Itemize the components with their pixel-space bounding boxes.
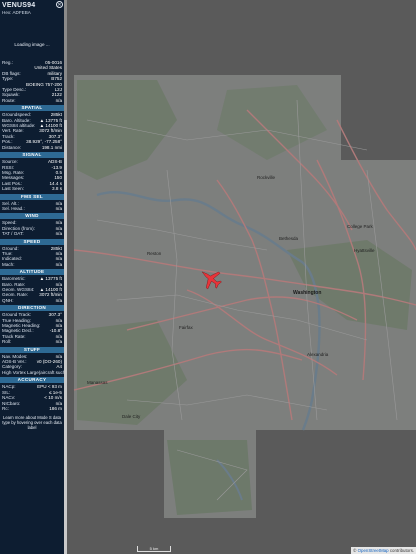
info-row: High Vortex Large(aircraft such as B-757… xyxy=(0,370,64,375)
sidebar-header: VENUS94 Hex: ADFEBA ✕ xyxy=(0,0,64,18)
info-row: Route: n/a xyxy=(0,98,64,103)
info-row: TAT / OAT: n/a xyxy=(0,231,64,236)
map-label-dale-city: Dale City xyxy=(122,414,141,419)
map-label-rockville: Rockville xyxy=(257,175,276,180)
map-view[interactable]: Washington Reston Fairfax Bethesda Manas… xyxy=(67,0,416,554)
aircraft-info-sidebar: VENUS94 Hex: ADFEBA ✕ Loading image ... … xyxy=(0,0,64,554)
info-row-label: QNH: xyxy=(2,297,14,303)
info-row-label: Type: xyxy=(2,76,14,82)
map-label-reston: Reston xyxy=(147,251,162,256)
section-header-accuracy[interactable]: ACCURACY xyxy=(0,377,64,384)
section-header-wind[interactable]: WIND xyxy=(0,213,64,220)
info-row-value: 3.8 s xyxy=(52,186,62,192)
close-icon[interactable]: ✕ xyxy=(56,1,63,8)
info-row-label: Roll: xyxy=(2,339,12,345)
map-scale-bar: 5 km xyxy=(137,546,171,552)
map-label-college-park: College Park xyxy=(347,224,373,229)
map-label-hyattsville: Hyattsville xyxy=(354,248,375,253)
info-row: Roll: n/a xyxy=(0,339,64,344)
info-row-label: Sel. Head.: xyxy=(2,205,25,211)
hex-label: Hex: xyxy=(2,10,12,15)
info-row-value: n/a xyxy=(55,339,62,345)
section-header-speed[interactable]: SPEED xyxy=(0,238,64,245)
info-row: Distance: 198.1 nmi xyxy=(0,145,64,150)
info-row-value: n/a xyxy=(55,297,62,303)
info-row-value: n/a xyxy=(55,231,62,237)
attribution-suffix: contributors. xyxy=(388,548,414,553)
info-row-value: n/a xyxy=(55,97,62,103)
info-row: QNH: n/a xyxy=(0,298,64,303)
info-row: Mach: n/a xyxy=(0,262,64,267)
info-row-value: n/a xyxy=(55,205,62,211)
info-row-label: Route: xyxy=(2,97,16,103)
map-label-fairfax: Fairfax xyxy=(179,325,193,330)
map-tiles xyxy=(73,75,416,518)
map-label-alexandria: Alexandria xyxy=(307,352,329,357)
info-row-label: TAT / OAT: xyxy=(2,231,24,237)
info-sections: SPATIAL Groundspeed: 285kt Baro. Altitude: ▲… xyxy=(0,105,64,411)
section-header-signal[interactable]: SIGNAL xyxy=(0,152,64,159)
info-row-label: High Vortex Large(aircraft such as B-757… xyxy=(2,369,64,375)
info-row-label: Rc: xyxy=(2,405,9,411)
info-row-label: Distance: xyxy=(2,144,22,150)
info-row: Rc: 186 m xyxy=(0,406,64,411)
info-row-value: 198.1 nmi xyxy=(41,144,62,150)
info-row: Sel. Head.: n/a xyxy=(0,206,64,211)
map-label-washington: Washington xyxy=(293,290,322,296)
section-header-direction[interactable]: DIRECTION xyxy=(0,305,64,312)
map-label-manassas: Manassas xyxy=(87,380,108,385)
info-row-label: Mach: xyxy=(2,261,15,267)
info-row-value: n/a xyxy=(55,261,62,267)
hex-value: ADFEBA xyxy=(12,10,31,15)
general-info: Reg.: 05-0016 United States DB flags: milita… xyxy=(0,60,64,103)
info-row: Last Seen: 3.8 s xyxy=(0,186,64,191)
map-attribution: © OpenStreetMap contributors. xyxy=(351,547,416,554)
aircraft-photo-placeholder: Loading image ... xyxy=(14,42,50,47)
openstreetmap-link[interactable]: OpenStreetMap xyxy=(358,548,389,553)
hex-code: Hex: ADFEBA xyxy=(2,10,62,15)
info-note: Learn more about Mode S data type by hov… xyxy=(2,415,62,431)
section-header-fms-sel[interactable]: FMS SEL xyxy=(0,193,64,200)
info-row-label: Reg.: xyxy=(2,60,13,65)
section-header-stuff[interactable]: STUFF xyxy=(0,346,64,353)
callsign: VENUS94 xyxy=(2,2,36,9)
section-header-altitude[interactable]: ALTITUDE xyxy=(0,269,64,276)
info-row-label: Last Seen: xyxy=(2,186,24,192)
map-label-bethesda: Bethesda xyxy=(279,236,299,241)
info-row-value: 186 m xyxy=(49,405,62,411)
section-header-spatial[interactable]: SPATIAL xyxy=(0,105,64,112)
